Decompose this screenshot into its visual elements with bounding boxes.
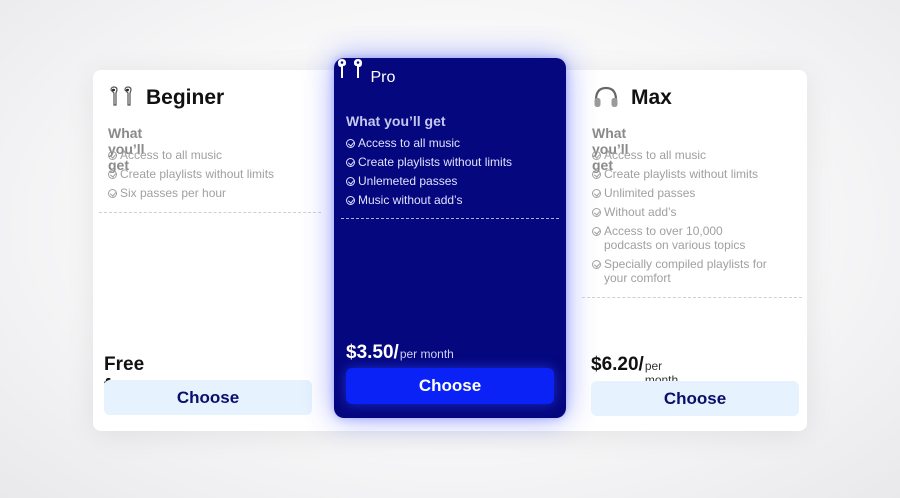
choose-button-max[interactable]: Choose bbox=[591, 381, 799, 416]
plan-title: Max bbox=[631, 86, 672, 109]
check-circle-icon bbox=[108, 169, 117, 179]
check-circle-icon bbox=[346, 157, 355, 167]
plan-title: Beginer bbox=[146, 86, 225, 109]
check-circle-icon bbox=[592, 259, 601, 269]
earbuds-icon bbox=[334, 59, 370, 86]
list-item: Access to all music bbox=[592, 148, 788, 162]
feature-list: Access to all music Create playlists wit… bbox=[108, 148, 328, 205]
check-circle-icon bbox=[108, 188, 117, 198]
price-line: $3.50/ per month bbox=[346, 342, 454, 364]
list-item: Create playlists without limits bbox=[108, 167, 328, 181]
feature-list: Access to all music Create playlists wit… bbox=[346, 136, 556, 212]
plan-title: Pro bbox=[370, 69, 396, 86]
check-circle-icon bbox=[592, 169, 601, 179]
list-item: Access to all music bbox=[108, 148, 328, 162]
plan-subhead: What you’ll get bbox=[346, 113, 446, 129]
plan-header-beginer: Beginer bbox=[108, 86, 224, 110]
list-item: Specially compiled playlists for your co… bbox=[592, 257, 772, 285]
choose-button-pro[interactable]: Choose bbox=[346, 368, 554, 404]
divider bbox=[99, 212, 321, 213]
list-item: Without add’s bbox=[592, 205, 788, 219]
list-item: Create playlists without limits bbox=[346, 155, 556, 169]
divider bbox=[582, 297, 802, 298]
list-item: Six passes per hour bbox=[108, 186, 328, 200]
check-circle-icon bbox=[592, 226, 601, 236]
check-circle-icon bbox=[592, 188, 601, 198]
check-circle-icon bbox=[108, 150, 117, 160]
headphones-icon bbox=[593, 86, 621, 110]
check-circle-icon bbox=[346, 195, 355, 205]
feature-list: Access to all music Create playlists wit… bbox=[592, 148, 788, 290]
check-circle-icon bbox=[592, 150, 601, 160]
list-item: Access to all music bbox=[346, 136, 556, 150]
check-circle-icon bbox=[346, 138, 355, 148]
list-item: Unlimited passes bbox=[592, 186, 788, 200]
plan-header-pro: Pro bbox=[334, 58, 566, 87]
price-value: $6.20/ bbox=[591, 354, 644, 375]
price-period: per month bbox=[399, 347, 454, 361]
list-item: Music without add’s bbox=[346, 193, 556, 207]
check-circle-icon bbox=[346, 176, 355, 186]
list-item: Access to over 10,000 podcasts on variou… bbox=[592, 224, 762, 252]
choose-button-beginer[interactable]: Choose bbox=[104, 380, 312, 415]
plan-header-max: Max bbox=[593, 86, 672, 110]
earbuds-icon bbox=[108, 86, 136, 110]
divider bbox=[341, 218, 559, 219]
list-item: Unlemeted passes bbox=[346, 174, 556, 188]
check-circle-icon bbox=[592, 207, 601, 217]
list-item: Create playlists without limits bbox=[592, 167, 788, 181]
plan-card-pro: Pro What you’ll get Access to all music … bbox=[334, 58, 566, 418]
price-value: $3.50/ bbox=[346, 342, 399, 363]
